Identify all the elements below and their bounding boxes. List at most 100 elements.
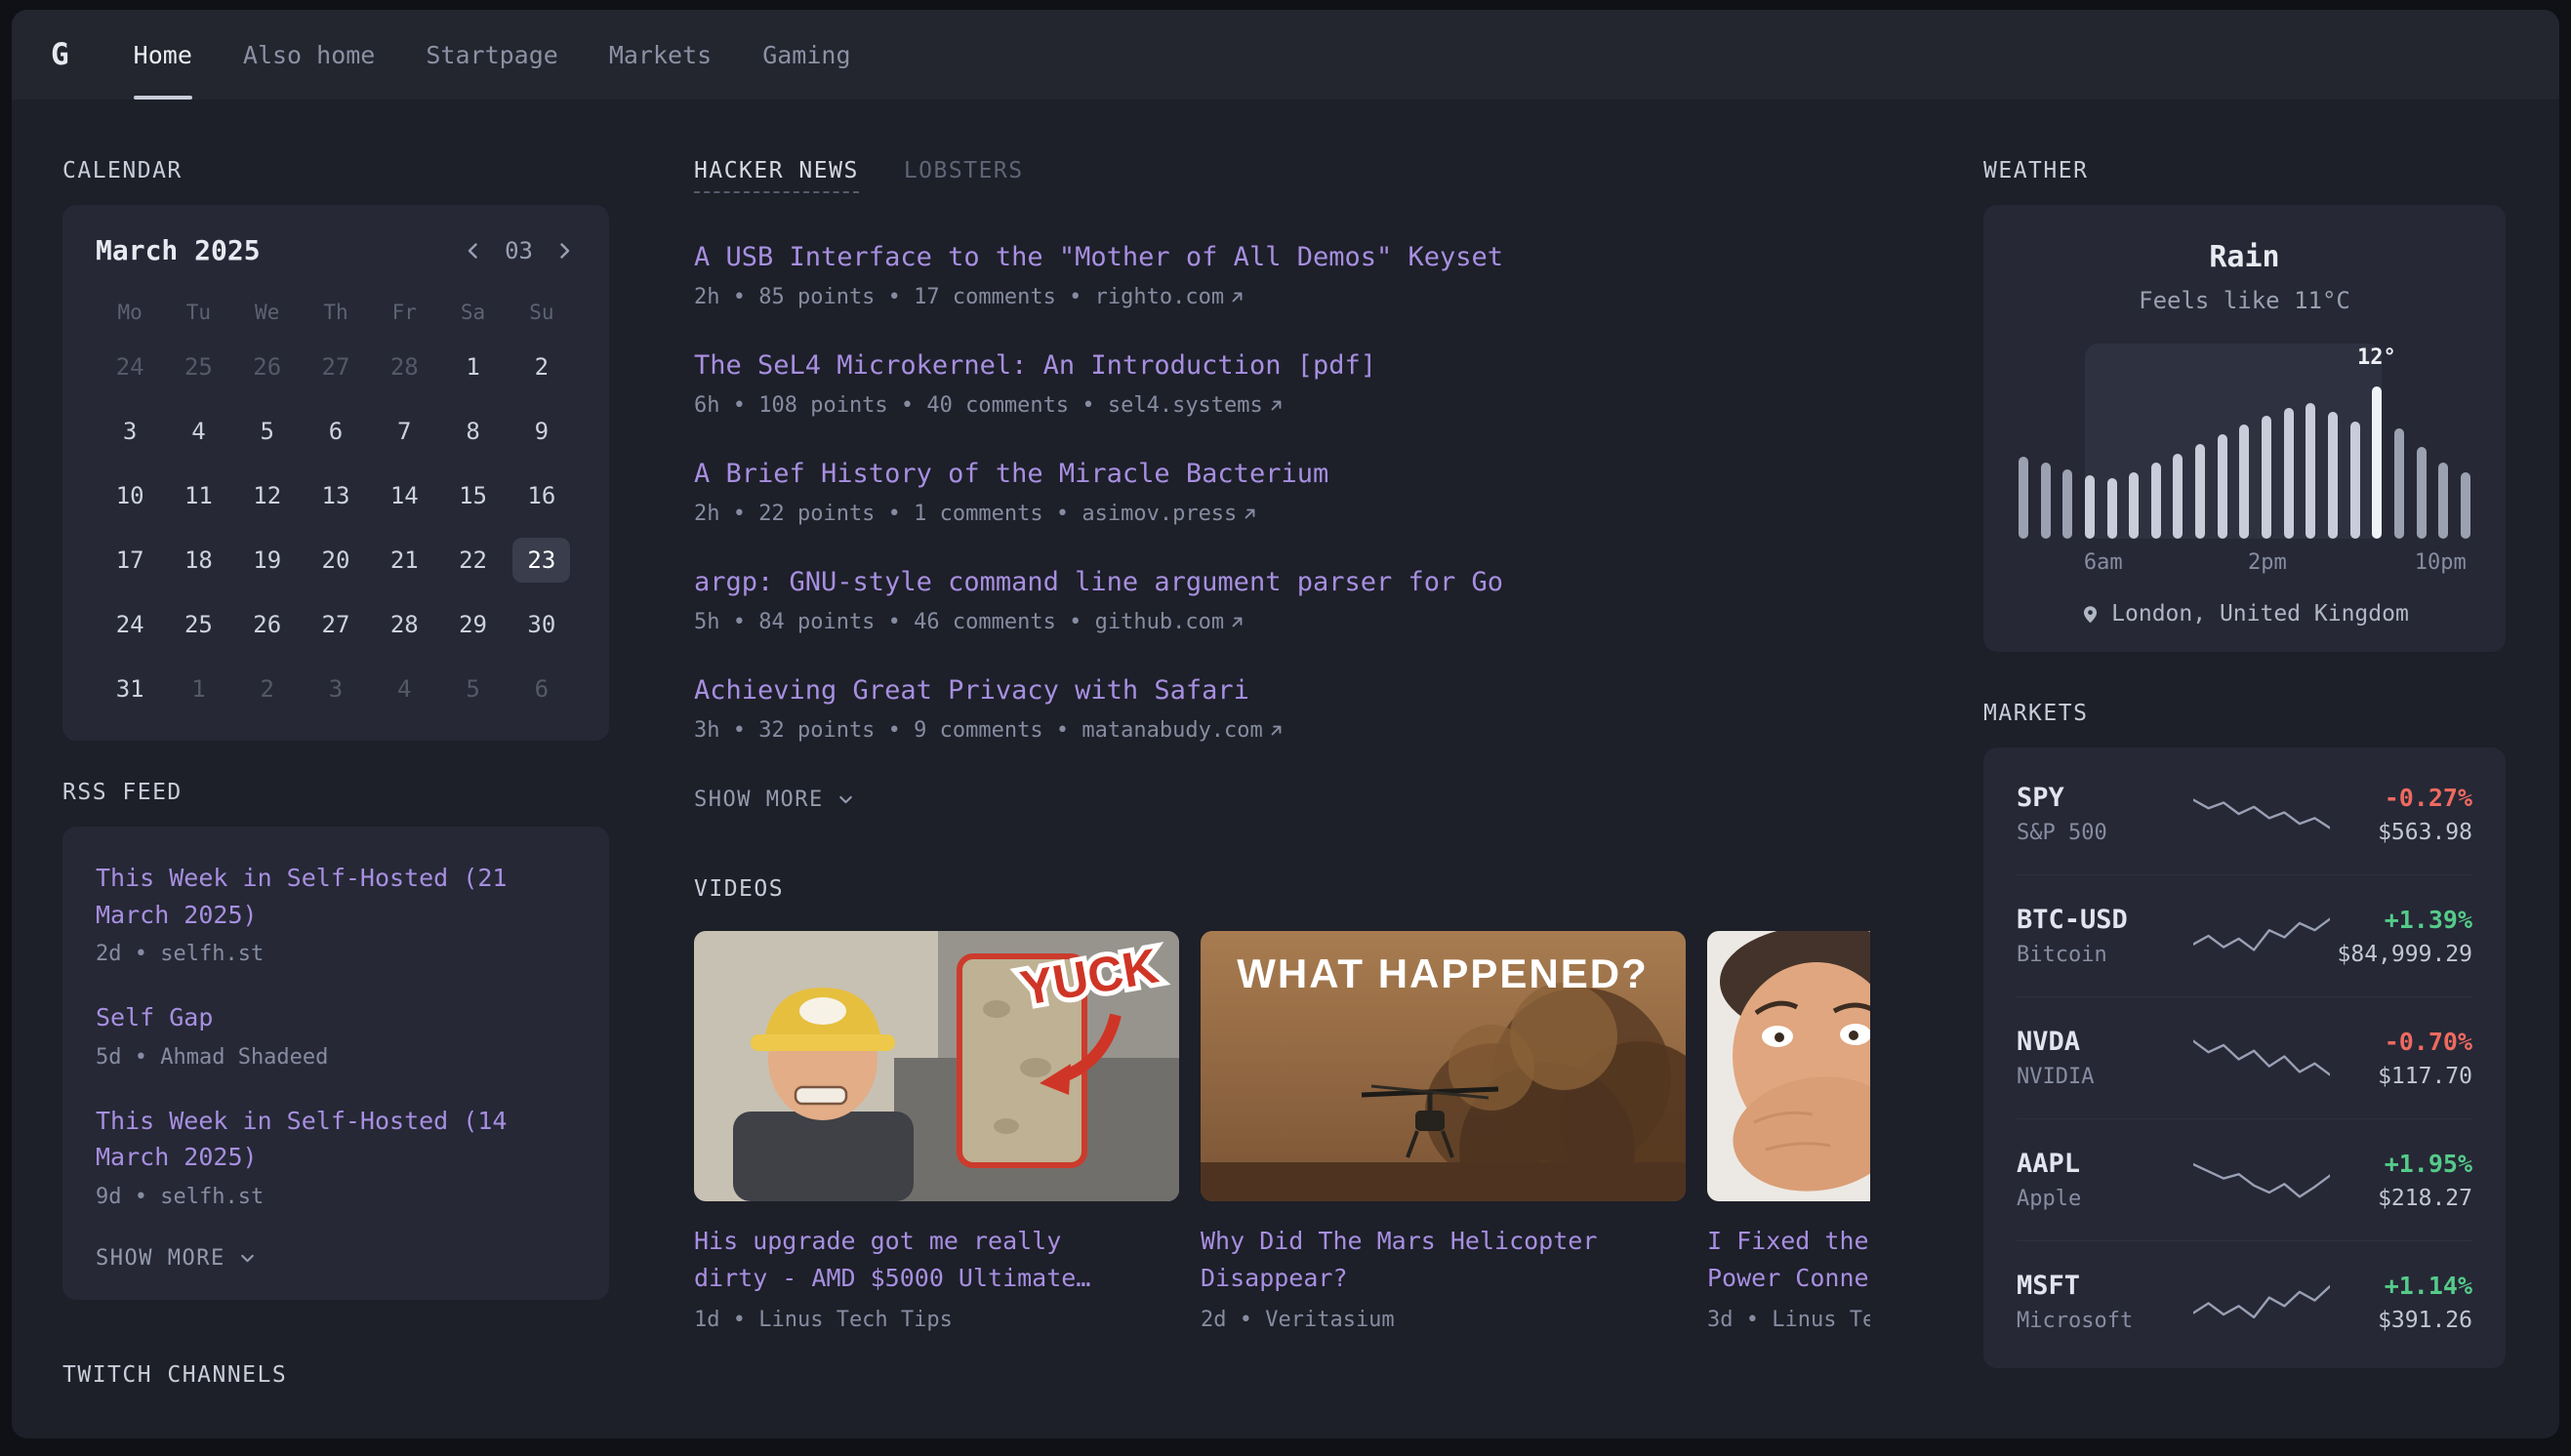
calendar-day[interactable]: 16 <box>508 464 576 528</box>
calendar-day[interactable]: 26 <box>233 335 302 399</box>
calendar-day[interactable]: 22 <box>438 528 507 592</box>
news-item-source[interactable]: sel4.systems <box>1108 393 1286 418</box>
calendar-day[interactable]: 4 <box>164 399 232 464</box>
calendar-day[interactable]: 7 <box>370 399 438 464</box>
calendar-day[interactable]: 15 <box>438 464 507 528</box>
news-show-more-button[interactable]: SHOW MORE <box>694 788 856 812</box>
calendar-day-number: 3 <box>108 409 151 454</box>
video-thumbnail[interactable]: WHAT HAPPENED? <box>1201 931 1686 1201</box>
nav-tab-startpage[interactable]: Startpage <box>426 10 557 100</box>
news-item-title[interactable]: A Brief History of the Miracle Bacterium <box>694 459 1870 489</box>
calendar-day[interactable]: 12 <box>233 464 302 528</box>
weather-bar <box>2151 463 2161 539</box>
calendar-day[interactable]: 31 <box>96 657 164 721</box>
weather-bar <box>2328 412 2338 539</box>
external-link-icon <box>1241 505 1259 523</box>
news-item-source[interactable]: github.com <box>1095 610 1246 634</box>
calendar-day[interactable]: 14 <box>370 464 438 528</box>
calendar-day-number: 1 <box>177 667 220 711</box>
calendar-day[interactable]: 1 <box>438 335 507 399</box>
market-values: -0.27%$563.98 <box>2331 784 2472 845</box>
calendar-day[interactable]: 5 <box>438 657 507 721</box>
rss-item-title[interactable]: This Week in Self-Hosted (21 March 2025) <box>96 860 576 933</box>
market-row[interactable]: BTC-USDBitcoin+1.39%$84,999.29 <box>2017 874 2472 996</box>
feed-tab-hacker-news[interactable]: HACKER NEWS <box>694 158 859 193</box>
nav-tab-also-home[interactable]: Also home <box>243 10 375 100</box>
calendar-day[interactable]: 8 <box>438 399 507 464</box>
external-link-icon <box>1228 613 1246 631</box>
market-row[interactable]: NVDANVIDIA-0.70%$117.70 <box>2017 996 2472 1118</box>
weather-chart: 12° <box>2017 344 2472 539</box>
calendar-day[interactable]: 19 <box>233 528 302 592</box>
calendar-prev-icon[interactable] <box>462 239 485 263</box>
calendar-day[interactable]: 6 <box>302 399 370 464</box>
news-item-meta: 2h • 85 points • 17 comments • righto.co… <box>694 285 1870 309</box>
calendar-day[interactable]: 29 <box>438 592 507 657</box>
news-item-title[interactable]: A USB Interface to the "Mother of All De… <box>694 242 1870 272</box>
news-item-title[interactable]: Achieving Great Privacy with Safari <box>694 675 1870 706</box>
news-item-title[interactable]: The SeL4 Microkernel: An Introduction [p… <box>694 350 1870 381</box>
market-price: $563.98 <box>2331 820 2472 845</box>
news-item-source[interactable]: righto.com <box>1095 285 1246 309</box>
calendar-day[interactable]: 3 <box>96 399 164 464</box>
video-thumbnail[interactable]: YUCK <box>694 931 1179 1201</box>
calendar-day-number: 14 <box>376 473 433 518</box>
calendar-day[interactable]: 17 <box>96 528 164 592</box>
calendar-day[interactable]: 28 <box>370 592 438 657</box>
news-item-source[interactable]: asimov.press <box>1081 502 1259 526</box>
calendar-day-today[interactable]: 23 <box>508 528 576 592</box>
calendar-day[interactable]: 1 <box>164 657 232 721</box>
calendar-day[interactable]: 26 <box>233 592 302 657</box>
news-item-title[interactable]: argp: GNU-style command line argument pa… <box>694 567 1870 597</box>
calendar-day[interactable]: 9 <box>508 399 576 464</box>
rss-item-title[interactable]: This Week in Self-Hosted (14 March 2025) <box>96 1103 576 1176</box>
calendar-day[interactable]: 11 <box>164 464 232 528</box>
nav-tab-home[interactable]: Home <box>134 10 192 100</box>
market-row[interactable]: SPYS&P 500-0.27%$563.98 <box>2017 753 2472 874</box>
weather-bars <box>2019 381 2470 539</box>
market-values: +1.14%$391.26 <box>2331 1272 2472 1333</box>
video-title[interactable]: Why Did The Mars Helicopter Disappear? <box>1201 1223 1686 1296</box>
weather-time-label: 10pm <box>2415 550 2467 575</box>
calendar-day[interactable]: 18 <box>164 528 232 592</box>
calendar-day[interactable]: 27 <box>302 592 370 657</box>
rss-item-meta: 5d • Ahmad Shadeed <box>96 1045 576 1070</box>
calendar-day[interactable]: 13 <box>302 464 370 528</box>
calendar-day[interactable]: 10 <box>96 464 164 528</box>
calendar-day[interactable]: 5 <box>233 399 302 464</box>
market-row[interactable]: AAPLApple+1.95%$218.27 <box>2017 1118 2472 1240</box>
nav-tab-gaming[interactable]: Gaming <box>762 10 850 100</box>
calendar-day[interactable]: 3 <box>302 657 370 721</box>
video-title[interactable]: I Fixed the 5 Power Connect <box>1707 1223 1870 1296</box>
calendar-day[interactable]: 2 <box>233 657 302 721</box>
feed-tab-lobsters[interactable]: LOBSTERS <box>904 158 1024 183</box>
calendar-day-grid: 2425262728123456789101112131415161718192… <box>96 335 576 721</box>
calendar-day[interactable]: 25 <box>164 592 232 657</box>
news-item-source[interactable]: matanabudy.com <box>1081 718 1285 743</box>
calendar-day[interactable]: 4 <box>370 657 438 721</box>
calendar-next-icon[interactable] <box>552 239 576 263</box>
video-title[interactable]: His upgrade got me really dirty - AMD $5… <box>694 1223 1179 1296</box>
news-feed-tabs: HACKER NEWS LOBSTERS <box>694 158 1870 193</box>
rss-item-title[interactable]: Self Gap <box>96 999 576 1036</box>
calendar-day[interactable]: 24 <box>96 592 164 657</box>
calendar-day[interactable]: 2 <box>508 335 576 399</box>
calendar-day[interactable]: 28 <box>370 335 438 399</box>
calendar-day[interactable]: 20 <box>302 528 370 592</box>
calendar-day[interactable]: 21 <box>370 528 438 592</box>
rss-show-more-button[interactable]: SHOW MORE <box>96 1246 258 1271</box>
video-thumbnail[interactable]: DO T T <box>1707 931 1870 1201</box>
calendar-day-number: 7 <box>383 409 426 454</box>
calendar-day[interactable]: 24 <box>96 335 164 399</box>
nav-tab-markets[interactable]: Markets <box>609 10 712 100</box>
calendar-day-number: 28 <box>376 602 433 647</box>
calendar-day[interactable]: 27 <box>302 335 370 399</box>
calendar-day[interactable]: 6 <box>508 657 576 721</box>
market-row[interactable]: MSFTMicrosoft+1.14%$391.26 <box>2017 1240 2472 1362</box>
market-name: NVIDIA <box>2017 1065 2192 1089</box>
calendar-day[interactable]: 25 <box>164 335 232 399</box>
calendar-day[interactable]: 30 <box>508 592 576 657</box>
app-logo[interactable]: G <box>51 10 69 100</box>
market-price: $218.27 <box>2331 1186 2472 1211</box>
market-info: BTC-USDBitcoin <box>2017 905 2192 967</box>
